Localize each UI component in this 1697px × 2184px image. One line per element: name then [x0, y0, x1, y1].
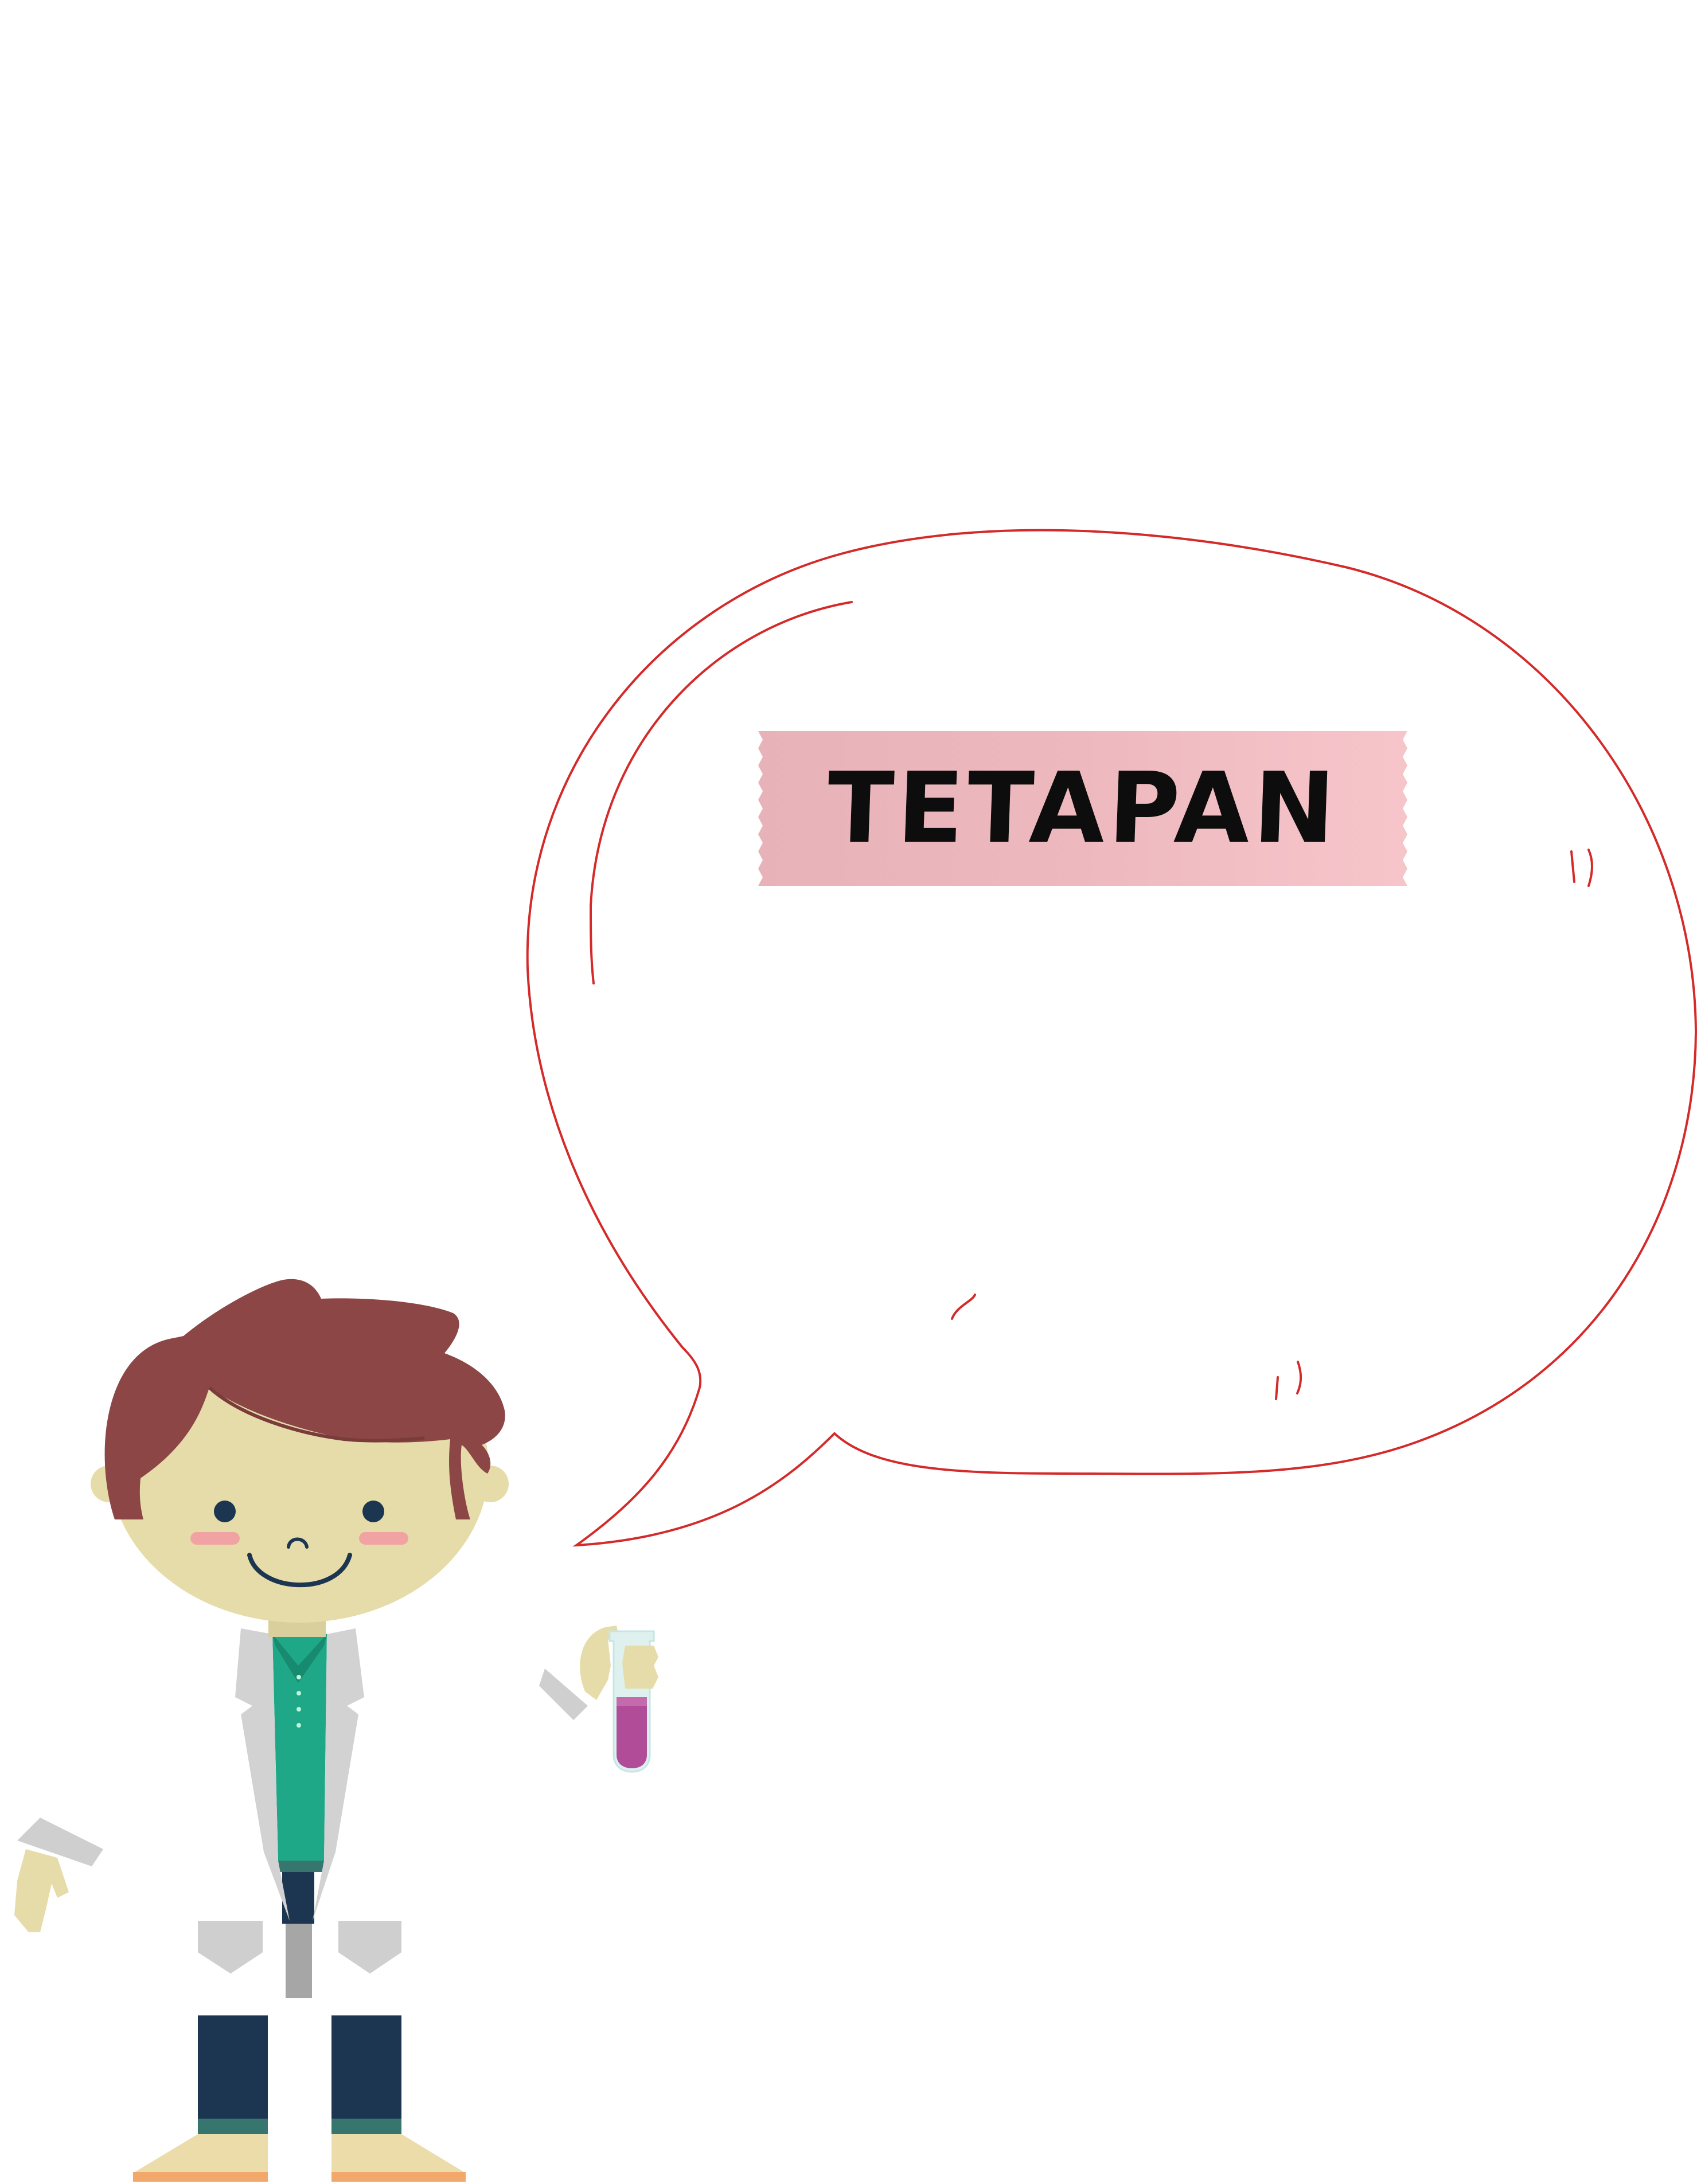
illustration-canvas	[14, 529, 1697, 2182]
tape-label-title: TETAPAN	[825, 752, 1341, 865]
bubble-accent-dash	[1275, 1376, 1279, 1400]
bubble-outline	[526, 529, 1697, 1547]
scientist-boy-icon	[14, 1279, 658, 2182]
bubble-accent-dash	[1570, 850, 1575, 883]
bubble-accent-mark	[951, 1294, 976, 1320]
speech-bubble	[526, 529, 1697, 1547]
bubble-accent-dash	[1587, 849, 1593, 887]
bubble-accent-dash	[1296, 1361, 1302, 1394]
worksheet-page: TETAPAN	[0, 0, 1697, 2182]
